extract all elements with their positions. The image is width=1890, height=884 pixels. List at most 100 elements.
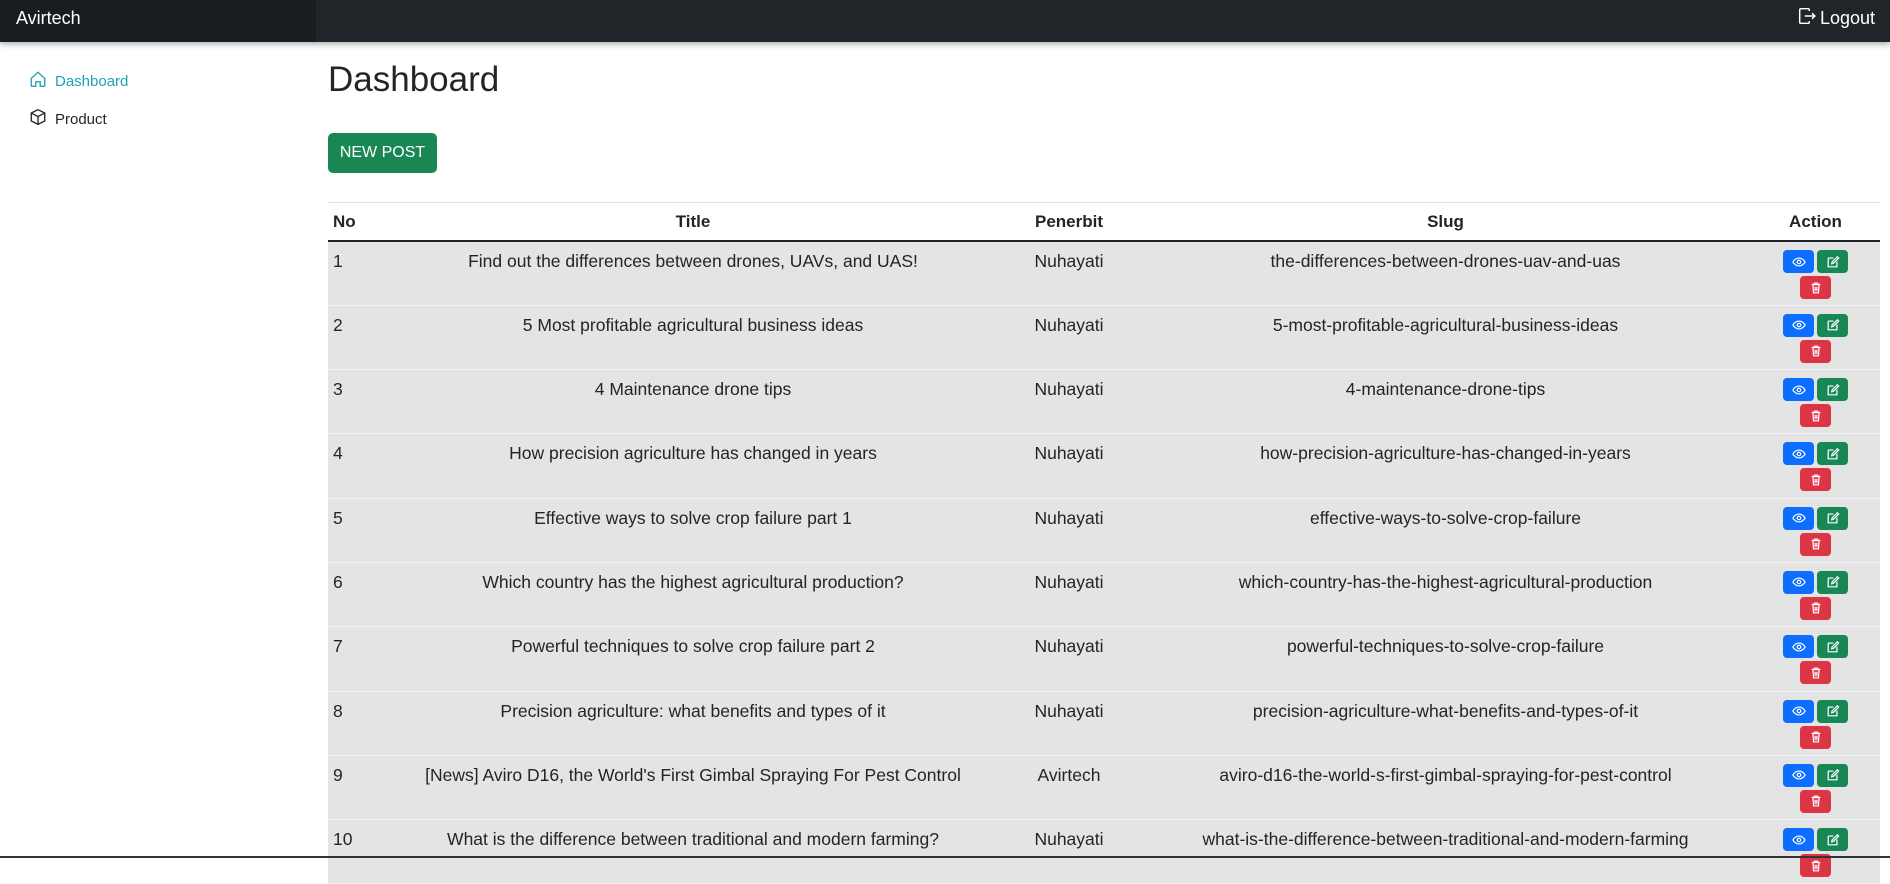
cell-slug: the-differences-between-drones-uav-and-u…: [1140, 241, 1751, 305]
cell-action: [1751, 627, 1880, 691]
edit-button[interactable]: [1817, 571, 1848, 594]
cell-action: [1751, 562, 1880, 626]
edit-button[interactable]: [1817, 314, 1848, 337]
edit-icon: [1826, 704, 1840, 718]
view-button[interactable]: [1783, 700, 1814, 723]
posts-table: No Title Penerbit Slug Action 1 Find out…: [328, 203, 1880, 884]
trash-icon: [1809, 537, 1823, 551]
delete-button[interactable]: [1800, 726, 1831, 749]
view-button[interactable]: [1783, 378, 1814, 401]
edit-icon: [1826, 833, 1840, 847]
delete-button[interactable]: [1800, 533, 1831, 556]
edit-button[interactable]: [1817, 507, 1848, 530]
trash-icon: [1809, 730, 1823, 744]
view-button[interactable]: [1783, 507, 1814, 530]
eye-icon: [1792, 447, 1806, 461]
cell-slug: how-precision-agriculture-has-changed-in…: [1140, 434, 1751, 498]
edit-icon: [1826, 447, 1840, 461]
cell-title: [News] Aviro D16, the World's First Gimb…: [388, 755, 998, 819]
view-button[interactable]: [1783, 314, 1814, 337]
edit-button[interactable]: [1817, 635, 1848, 658]
cell-no: 4: [328, 434, 388, 498]
table-header-row: No Title Penerbit Slug Action: [328, 203, 1880, 241]
cell-action: [1751, 755, 1880, 819]
header-action: Action: [1751, 203, 1880, 241]
cell-slug: what-is-the-difference-between-tradition…: [1140, 820, 1751, 884]
logout-link[interactable]: Logout: [1798, 0, 1875, 36]
table-row: 8 Precision agriculture: what benefits a…: [328, 691, 1880, 755]
edit-button[interactable]: [1817, 250, 1848, 273]
edit-button[interactable]: [1817, 442, 1848, 465]
brand-logo[interactable]: Avirtech: [0, 0, 316, 42]
edit-icon: [1826, 383, 1840, 397]
cell-title: Effective ways to solve crop failure par…: [388, 498, 998, 562]
cell-action: [1751, 691, 1880, 755]
cell-title: Precision agriculture: what benefits and…: [388, 691, 998, 755]
edit-button[interactable]: [1817, 700, 1848, 723]
delete-button[interactable]: [1800, 597, 1831, 620]
action-buttons: [1776, 314, 1856, 363]
eye-icon: [1792, 255, 1806, 269]
box-icon: [29, 108, 47, 130]
cell-penerbit: Nuhayati: [998, 820, 1140, 884]
cell-no: 1: [328, 241, 388, 305]
view-button[interactable]: [1783, 828, 1814, 851]
cell-penerbit: Nuhayati: [998, 305, 1140, 369]
delete-button[interactable]: [1800, 790, 1831, 813]
cell-no: 2: [328, 305, 388, 369]
cell-title: Powerful techniques to solve crop failur…: [388, 627, 998, 691]
cell-penerbit: Nuhayati: [998, 498, 1140, 562]
view-button[interactable]: [1783, 250, 1814, 273]
eye-icon: [1792, 768, 1806, 782]
edit-icon: [1826, 575, 1840, 589]
eye-icon: [1792, 383, 1806, 397]
cell-no: 6: [328, 562, 388, 626]
cell-slug: 5-most-profitable-agricultural-business-…: [1140, 305, 1751, 369]
trash-icon: [1809, 473, 1823, 487]
table-row: 2 5 Most profitable agricultural busines…: [328, 305, 1880, 369]
action-buttons: [1776, 700, 1856, 749]
cell-title: 4 Maintenance drone tips: [388, 370, 998, 434]
delete-button[interactable]: [1800, 468, 1831, 491]
table-row: 9 [News] Aviro D16, the World's First Gi…: [328, 755, 1880, 819]
table-body: 1 Find out the differences between drone…: [328, 241, 1880, 884]
cell-title: Find out the differences between drones,…: [388, 241, 998, 305]
cell-slug: aviro-d16-the-world-s-first-gimbal-spray…: [1140, 755, 1751, 819]
cell-no: 3: [328, 370, 388, 434]
cell-penerbit: Nuhayati: [998, 370, 1140, 434]
edit-button[interactable]: [1817, 378, 1848, 401]
header-slug: Slug: [1140, 203, 1751, 241]
view-button[interactable]: [1783, 764, 1814, 787]
sidebar-item-product[interactable]: Product: [29, 108, 107, 130]
edit-button[interactable]: [1817, 764, 1848, 787]
view-button[interactable]: [1783, 442, 1814, 465]
action-buttons: [1776, 378, 1856, 427]
cell-title: Which country has the highest agricultur…: [388, 562, 998, 626]
cell-no: 10: [328, 820, 388, 884]
table-row: 1 Find out the differences between drone…: [328, 241, 1880, 305]
cell-action: [1751, 498, 1880, 562]
table-row: 4 How precision agriculture has changed …: [328, 434, 1880, 498]
action-buttons: [1776, 635, 1856, 684]
view-button[interactable]: [1783, 571, 1814, 594]
view-button[interactable]: [1783, 635, 1814, 658]
action-buttons: [1776, 507, 1856, 556]
sidebar-item-dashboard[interactable]: Dashboard: [29, 70, 128, 92]
cell-no: 7: [328, 627, 388, 691]
table-row: 3 4 Maintenance drone tips Nuhayati 4-ma…: [328, 370, 1880, 434]
cell-slug: precision-agriculture-what-benefits-and-…: [1140, 691, 1751, 755]
action-buttons: [1776, 442, 1856, 491]
table-row: 6 Which country has the highest agricult…: [328, 562, 1880, 626]
cell-penerbit: Avirtech: [998, 755, 1140, 819]
cell-slug: which-country-has-the-highest-agricultur…: [1140, 562, 1751, 626]
delete-button[interactable]: [1800, 404, 1831, 427]
cell-penerbit: Nuhayati: [998, 241, 1140, 305]
edit-button[interactable]: [1817, 828, 1848, 851]
new-post-button[interactable]: NEW POST: [328, 133, 437, 173]
delete-button[interactable]: [1800, 340, 1831, 363]
action-buttons: [1776, 571, 1856, 620]
delete-button[interactable]: [1800, 276, 1831, 299]
cell-no: 9: [328, 755, 388, 819]
delete-button[interactable]: [1800, 661, 1831, 684]
cell-action: [1751, 434, 1880, 498]
